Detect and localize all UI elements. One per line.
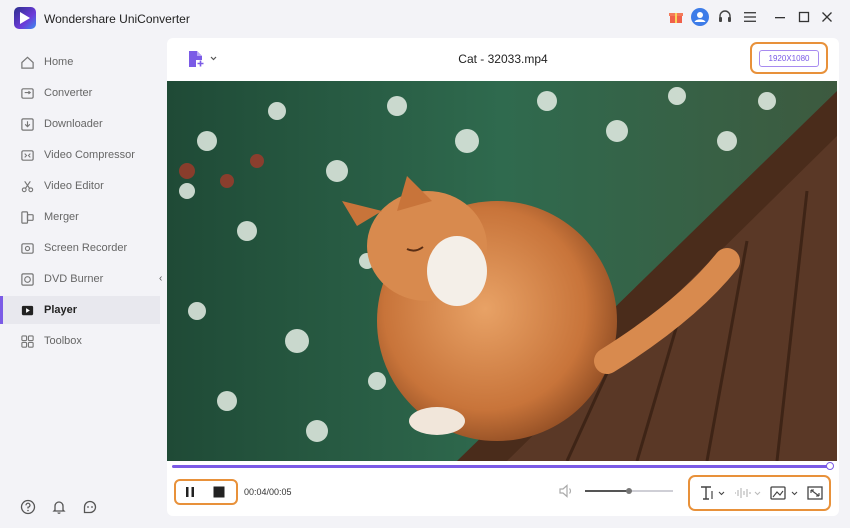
stop-button[interactable] xyxy=(212,486,226,498)
compress-icon xyxy=(21,150,34,161)
sidebar-item-label: Converter xyxy=(44,87,93,99)
sidebar-item-downloader[interactable]: Downloader xyxy=(0,110,160,138)
resolution-badge: 1920X1080 xyxy=(759,50,819,67)
subtitle-icon[interactable] xyxy=(700,486,726,500)
grid-icon xyxy=(21,335,34,348)
sidebar: Home Converter Downloader Video Compress… xyxy=(0,36,160,528)
menu-icon[interactable] xyxy=(741,8,759,26)
progress-handle[interactable] xyxy=(826,462,834,470)
sidebar-item-label: Merger xyxy=(44,211,79,223)
progress-bar[interactable] xyxy=(172,465,832,468)
player-tools xyxy=(688,475,831,511)
close-icon[interactable] xyxy=(818,8,836,26)
sidebar-item-label: Downloader xyxy=(44,118,103,130)
feedback-icon[interactable] xyxy=(82,499,98,515)
record-icon xyxy=(21,243,34,254)
video-image xyxy=(167,81,837,461)
help-icon[interactable] xyxy=(20,499,36,515)
app-title: Wondershare UniConverter xyxy=(44,12,190,26)
sidebar-item-home[interactable]: Home xyxy=(0,48,160,76)
title-bar: Wondershare UniConverter xyxy=(0,0,850,36)
disc-icon xyxy=(21,273,34,286)
notification-bell-icon[interactable] xyxy=(51,499,67,515)
player-panel: Cat - 32033.mp4 1920X1080 00:04/00:05 xyxy=(167,38,839,516)
sidebar-item-player[interactable]: Player xyxy=(0,296,160,324)
playback-time: 00:04/00:05 xyxy=(244,487,292,497)
merge-icon xyxy=(21,211,34,224)
screenshot-icon[interactable] xyxy=(770,486,800,500)
resolution-highlight: 1920X1080 xyxy=(750,42,828,74)
sidebar-item-label: Video Compressor xyxy=(44,149,135,161)
app-logo xyxy=(14,7,36,29)
sidebar-item-label: Home xyxy=(44,56,74,68)
headset-icon[interactable] xyxy=(716,8,734,26)
sidebar-item-converter[interactable]: Converter xyxy=(0,79,160,107)
sidebar-item-merger[interactable]: Merger xyxy=(0,203,160,231)
sidebar-item-label: Toolbox xyxy=(44,335,82,347)
pause-button[interactable] xyxy=(183,486,197,498)
sidebar-item-dvd-burner[interactable]: DVD Burner xyxy=(0,265,160,293)
sidebar-item-label: DVD Burner xyxy=(44,273,104,285)
audio-track-icon[interactable] xyxy=(734,486,762,500)
volume-handle[interactable] xyxy=(626,488,632,494)
playback-controls xyxy=(174,479,238,505)
scissors-icon xyxy=(21,181,34,193)
sidebar-item-label: Player xyxy=(44,304,78,316)
sidebar-item-video-editor[interactable]: Video Editor xyxy=(0,172,160,200)
video-frame[interactable] xyxy=(167,81,837,461)
account-icon[interactable] xyxy=(691,8,709,26)
home-icon xyxy=(21,56,34,69)
converter-icon xyxy=(21,88,34,99)
download-icon xyxy=(21,118,34,131)
volume-icon[interactable] xyxy=(559,484,575,498)
gift-icon[interactable] xyxy=(667,8,685,26)
sidebar-item-toolbox[interactable]: Toolbox xyxy=(0,327,160,355)
collapse-sidebar-icon[interactable]: ‹ xyxy=(159,273,167,291)
sidebar-item-label: Video Editor xyxy=(44,180,104,192)
volume-level xyxy=(585,490,629,492)
sidebar-item-video-compressor[interactable]: Video Compressor xyxy=(0,141,160,169)
maximize-icon[interactable] xyxy=(795,8,813,26)
sidebar-item-label: Screen Recorder xyxy=(44,242,128,254)
volume-slider[interactable] xyxy=(585,488,673,494)
sidebar-item-screen-recorder[interactable]: Screen Recorder xyxy=(0,234,160,262)
file-title: Cat - 32033.mp4 xyxy=(458,52,548,66)
fullscreen-icon[interactable] xyxy=(807,486,823,500)
play-icon xyxy=(21,305,34,316)
minimize-icon[interactable] xyxy=(771,8,789,26)
